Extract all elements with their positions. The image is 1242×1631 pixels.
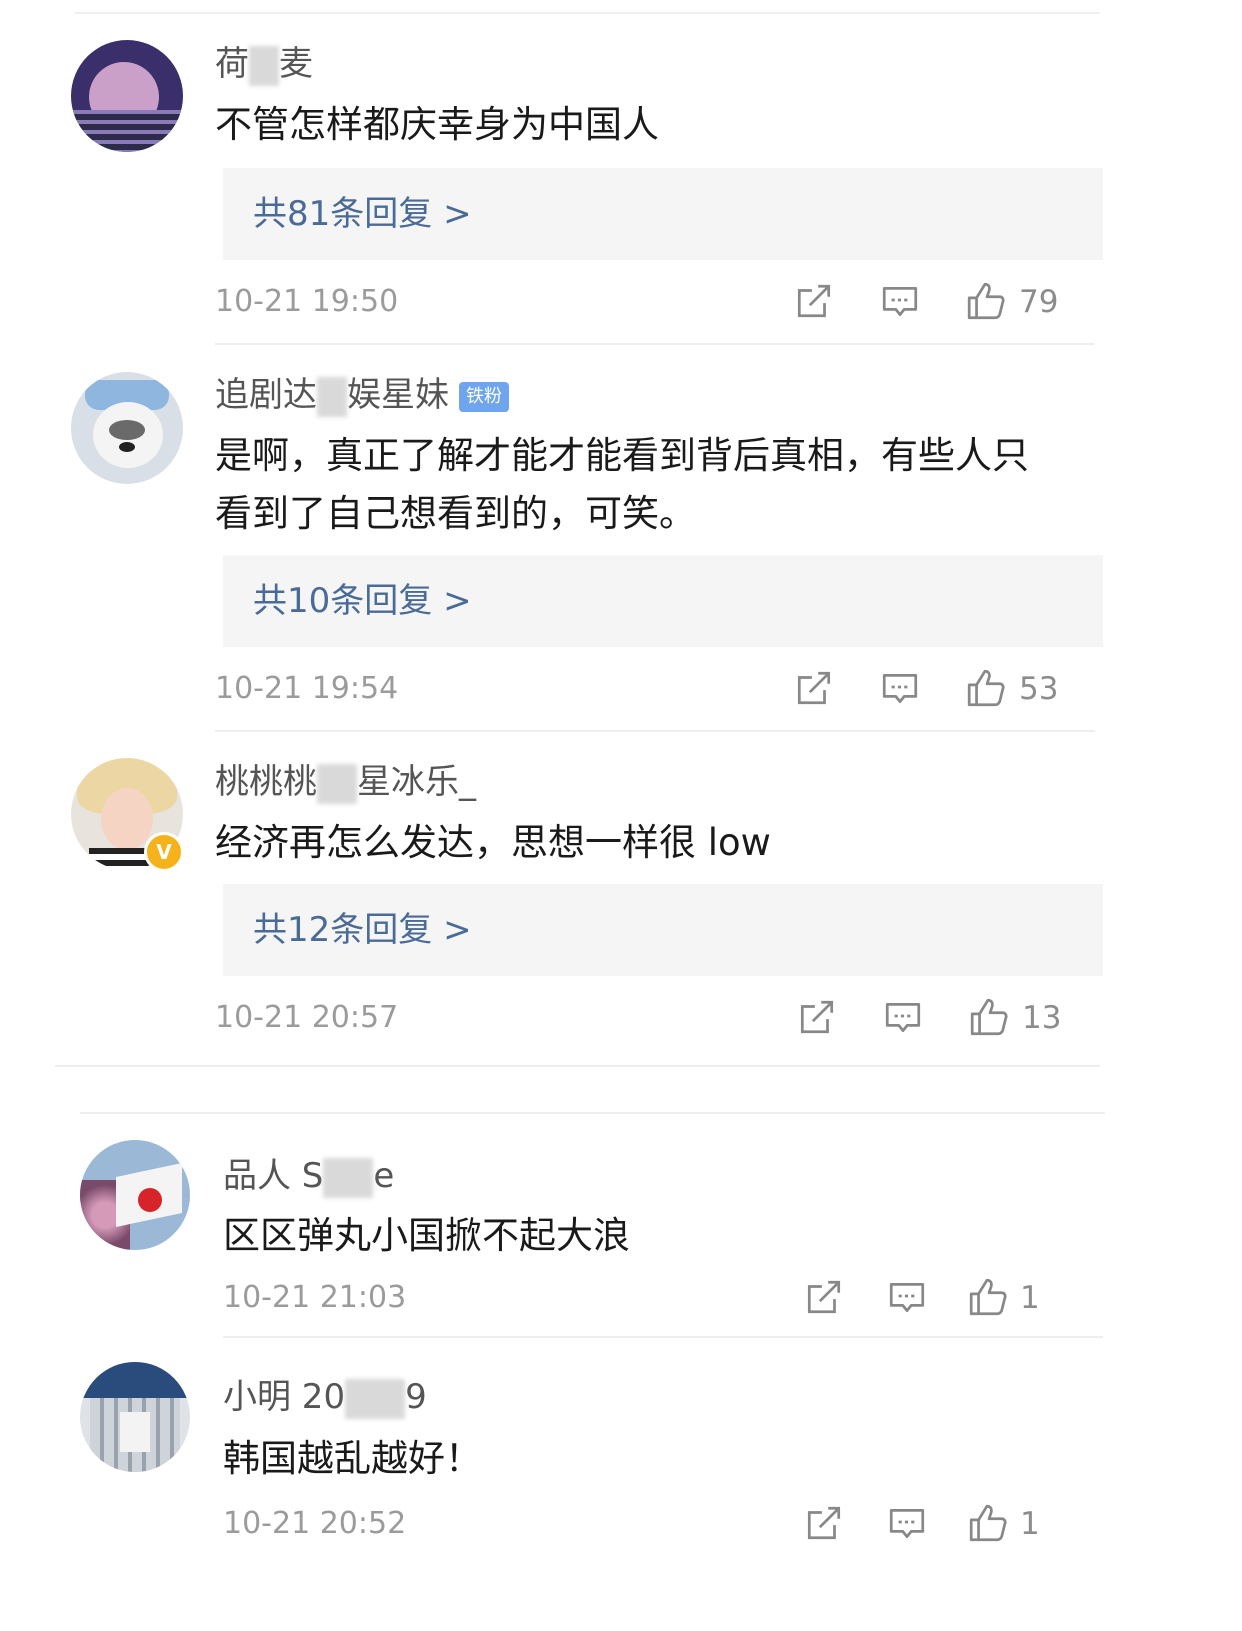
avatar[interactable] <box>80 1362 190 1472</box>
share-icon[interactable] <box>793 280 835 322</box>
username[interactable]: 桃桃桃 星冰乐_ <box>215 760 476 804</box>
comment-icon[interactable] <box>879 280 921 322</box>
like-count: 1 <box>1020 1506 1040 1542</box>
view-replies-button[interactable]: 共81条回复 > <box>223 168 1103 260</box>
comment-icon[interactable] <box>882 996 924 1038</box>
share-icon[interactable] <box>793 667 835 709</box>
thumbs-up-icon[interactable] <box>967 1502 1009 1544</box>
comment-icon[interactable] <box>886 1502 928 1544</box>
timestamp: 10-21 19:54 <box>215 671 399 706</box>
username[interactable]: 品人 Se <box>223 1154 394 1198</box>
redaction <box>345 1378 406 1419</box>
comment-text: 不管怎样都庆幸身为中国人 <box>215 103 659 146</box>
share-icon[interactable] <box>803 1276 845 1318</box>
redaction <box>323 1157 374 1198</box>
share-icon[interactable] <box>796 996 838 1038</box>
comment-meta: 10-21 20:57 13 <box>0 996 1242 1040</box>
view-replies-button[interactable]: 共12条回复 > <box>223 884 1103 976</box>
comment-item: 追剧达 娱星妹 铁粉 是啊，真正了解才能才能看到背后真相，有些人只看到了自己想看到的… <box>0 345 1242 732</box>
comment-text: 经济再怎么发达，思想一样很 low <box>215 821 771 864</box>
redaction <box>249 45 279 86</box>
thumbs-up-icon[interactable] <box>967 1276 1009 1318</box>
share-icon[interactable] <box>803 1502 845 1544</box>
timestamp: 10-21 20:57 <box>215 1000 399 1035</box>
verified-badge: V <box>144 832 184 872</box>
like-count: 1 <box>1020 1280 1040 1316</box>
timestamp: 10-21 20:52 <box>223 1506 407 1541</box>
thumbs-up-icon[interactable] <box>965 667 1007 709</box>
thumbs-up-icon[interactable] <box>968 996 1010 1038</box>
username[interactable]: 荷麦 <box>215 42 313 86</box>
comment-icon[interactable] <box>886 1276 928 1318</box>
timestamp: 10-21 19:50 <box>215 284 399 319</box>
like-count: 79 <box>1019 284 1059 320</box>
thumbs-up-icon[interactable] <box>965 280 1007 322</box>
comment-meta: 10-21 19:54 53 <box>0 667 1242 711</box>
comment-text: 是啊，真正了解才能才能看到背后真相，有些人只看到了自己想看到的，可笑。 <box>215 434 1029 535</box>
comment-item: 小明 20 9 韩国越乱越好！ 10-21 20:52 1 <box>0 1337 1242 1557</box>
avatar[interactable] <box>71 372 183 484</box>
avatar[interactable] <box>71 40 183 152</box>
view-replies-button[interactable]: 共10条回复 > <box>223 555 1103 647</box>
comment-meta: 10-21 20:52 1 <box>0 1502 1242 1546</box>
like-count: 53 <box>1019 671 1059 707</box>
redaction <box>317 763 357 804</box>
divider <box>55 1065 1100 1067</box>
comment-icon[interactable] <box>879 667 921 709</box>
username[interactable]: 追剧达 娱星妹 铁粉 <box>215 373 509 417</box>
fan-badge: 铁粉 <box>459 381 509 412</box>
username[interactable]: 小明 20 9 <box>223 1375 427 1419</box>
comment-item: 荷麦 不管怎样都庆幸身为中国人 共81条回复 > 10-21 19:50 79 <box>0 0 1242 345</box>
avatar[interactable] <box>80 1140 190 1250</box>
divider <box>80 1112 1105 1114</box>
comment-text: 区区弹丸小国掀不起大浪 <box>223 1214 630 1257</box>
comment-meta: 10-21 19:50 79 <box>0 280 1242 324</box>
comment-text: 韩国越乱越好！ <box>223 1437 482 1480</box>
comment-item: 品人 Se 区区弹丸小国掀不起大浪 10-21 21:03 1 <box>0 1112 1242 1338</box>
comment-item: V 桃桃桃 星冰乐_ 经济再怎么发达，思想一样很 low 共12条回复 > 10-… <box>0 732 1242 1077</box>
comment-meta: 10-21 21:03 1 <box>0 1276 1242 1320</box>
like-count: 13 <box>1022 1000 1062 1036</box>
timestamp: 10-21 21:03 <box>223 1280 407 1315</box>
redaction <box>317 376 347 417</box>
